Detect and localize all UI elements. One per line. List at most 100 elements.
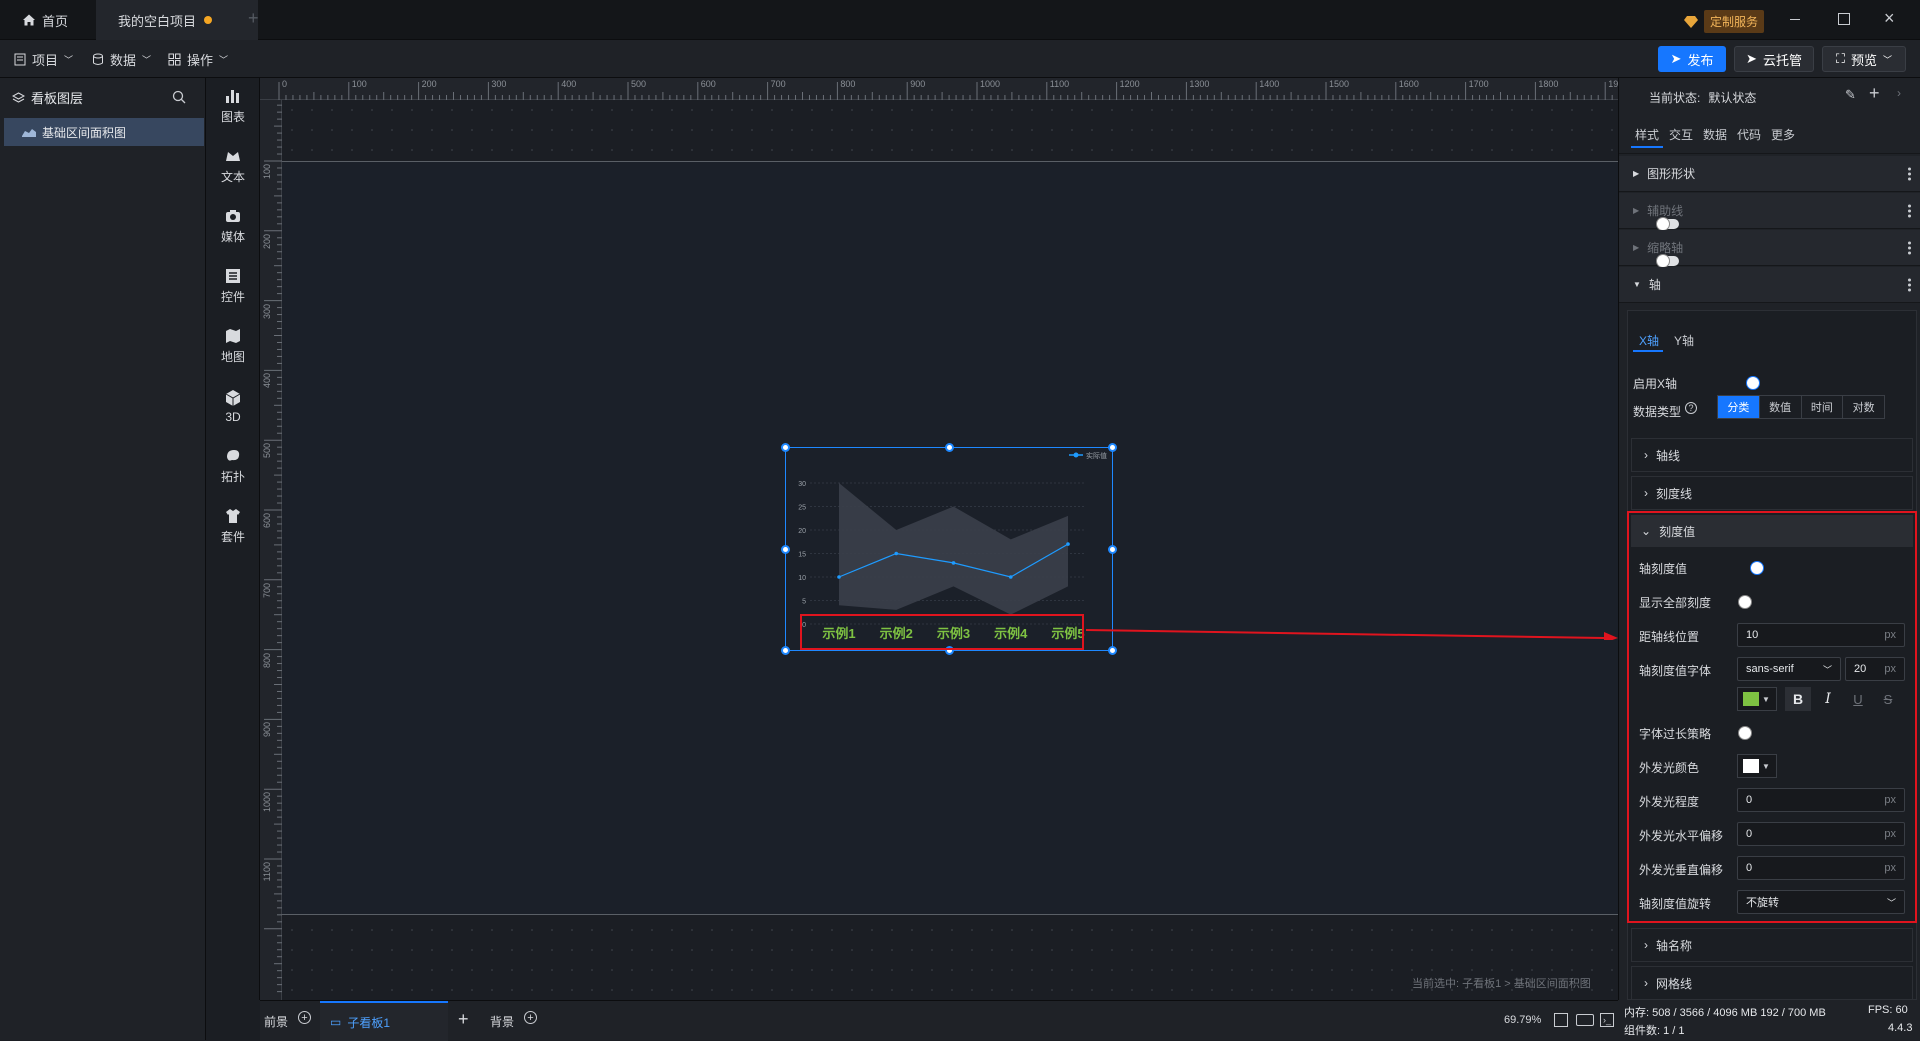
section-axis[interactable]: ▼ 轴: [1619, 267, 1920, 303]
underline-button[interactable]: U: [1845, 687, 1871, 711]
layer-item[interactable]: 基础区间面积图: [4, 118, 204, 146]
resize-handle[interactable]: [1108, 646, 1117, 655]
glow-h-input[interactable]: 0 px: [1737, 822, 1905, 846]
resize-handle[interactable]: [1108, 545, 1117, 554]
rail-chart[interactable]: 图表: [206, 78, 260, 134]
data-type-category[interactable]: 分类: [1718, 396, 1759, 418]
menu-project[interactable]: 项目 ﹀: [14, 40, 73, 78]
strikethrough-button[interactable]: S: [1875, 687, 1901, 711]
glow-v-label: 外发光垂直偏移: [1639, 863, 1724, 877]
component-count: 组件数: 1 / 1: [1624, 1025, 1685, 1037]
zoom-level[interactable]: 69.79%: [1504, 1014, 1541, 1026]
menu-operate[interactable]: 操作 ﹀: [168, 40, 228, 78]
minimize-icon[interactable]: [1790, 19, 1800, 20]
add-board-icon[interactable]: +: [458, 1009, 469, 1030]
guide-toggle[interactable]: [1656, 216, 1680, 231]
tab-background[interactable]: 背景 +: [490, 1011, 538, 1030]
data-type-log[interactable]: 对数: [1842, 396, 1884, 418]
area-chart-icon: [22, 129, 36, 137]
terminal-icon[interactable]: ›_: [1600, 1013, 1614, 1027]
subsection-grid-line[interactable]: › 网格线: [1631, 966, 1913, 1000]
rail-media[interactable]: 媒体: [206, 198, 260, 254]
tab-project[interactable]: 我的空白项目: [96, 0, 258, 40]
rail-map[interactable]: 地图: [206, 318, 260, 374]
rail-label: 地图: [220, 350, 245, 364]
section-thumb-axis[interactable]: ▶ 缩略轴: [1619, 230, 1920, 268]
state-value[interactable]: 默认状态: [1708, 89, 1756, 106]
thumb-axis-toggle[interactable]: [1656, 253, 1680, 268]
section-shape[interactable]: ▶ 图形形状: [1619, 156, 1920, 192]
tab-style[interactable]: 样式: [1635, 126, 1659, 143]
cloud-button[interactable]: ➤ 云托管: [1734, 46, 1814, 72]
subsection-tick-line[interactable]: › 刻度线: [1631, 476, 1913, 510]
preview-button[interactable]: ⛶ 预览 ﹀: [1822, 46, 1906, 72]
data-type-time[interactable]: 时间: [1800, 396, 1843, 418]
font-family-select[interactable]: sans-serif ﹀: [1737, 657, 1841, 681]
custom-service-button[interactable]: 定制服务: [1684, 10, 1765, 33]
subsection-tick-value-label: 刻度值: [1659, 524, 1696, 539]
section-guide[interactable]: ▶ 辅助线: [1619, 193, 1920, 231]
glow-v-input[interactable]: 0 px: [1737, 856, 1905, 880]
fit-screen-icon[interactable]: [1554, 1013, 1568, 1027]
add-circle-icon[interactable]: +: [524, 1011, 538, 1024]
subsection-tick-value[interactable]: ⌄ 刻度值: [1631, 515, 1913, 547]
data-type-value[interactable]: 数值: [1758, 396, 1801, 418]
tab-more[interactable]: 更多: [1771, 126, 1795, 143]
resize-handle[interactable]: [945, 443, 954, 452]
tab-home[interactable]: 首页: [0, 0, 90, 40]
rail-3d[interactable]: 3D: [206, 378, 260, 434]
data-point: [1066, 542, 1070, 546]
more-vertical-icon[interactable]: [1908, 241, 1911, 254]
ruler-label: 1800: [1538, 79, 1559, 89]
tab-code[interactable]: 代码: [1737, 126, 1761, 143]
resize-handle[interactable]: [781, 545, 790, 554]
subsection-grid-line-label: 网格线: [1656, 976, 1693, 991]
tab-interaction[interactable]: 交互: [1669, 126, 1693, 143]
offset-input[interactable]: 10 px: [1737, 623, 1905, 647]
chevron-right-icon[interactable]: ›: [1897, 86, 1901, 100]
menu-data[interactable]: 数据 ﹀: [92, 40, 151, 78]
help-icon[interactable]: ?: [1685, 402, 1697, 414]
ruler-label: 1100: [262, 862, 272, 882]
font-color-picker[interactable]: ▼: [1737, 687, 1777, 711]
ruler-label: 1300: [1189, 79, 1210, 89]
data-point: [951, 561, 956, 565]
glow-color-picker[interactable]: ▼: [1737, 754, 1777, 778]
close-icon[interactable]: ×: [1884, 8, 1895, 28]
tab-x-axis[interactable]: X轴: [1639, 332, 1659, 349]
edit-icon[interactable]: ✎: [1845, 87, 1856, 103]
resize-handle[interactable]: [1108, 443, 1117, 452]
media-icon: [226, 210, 240, 222]
add-state-icon[interactable]: +: [1869, 83, 1880, 104]
glow-level-input[interactable]: 0 px: [1737, 788, 1905, 812]
publish-button[interactable]: ➤ 发布: [1658, 46, 1726, 72]
more-vertical-icon[interactable]: [1908, 167, 1911, 180]
rail-kit[interactable]: 套件: [206, 498, 260, 554]
add-circle-icon[interactable]: +: [298, 1011, 312, 1024]
status-bar: 内存: 508 / 3566 / 4096 MB 192 / 700 MB FP…: [1618, 1000, 1920, 1040]
tab-y-axis[interactable]: Y轴: [1674, 332, 1694, 349]
rail-topology[interactable]: 拓扑: [206, 438, 260, 494]
keyboard-icon[interactable]: [1576, 1014, 1594, 1026]
tab-subboard[interactable]: ▭ 子看板1: [320, 1001, 448, 1041]
panel-tabs: 样式 交互 数据 代码 更多: [1619, 112, 1920, 154]
unit-px: px: [1884, 828, 1896, 840]
resize-handle[interactable]: [781, 443, 790, 452]
bold-button[interactable]: B: [1785, 687, 1811, 711]
more-vertical-icon[interactable]: [1908, 204, 1911, 217]
tab-foreground[interactable]: 前景 +: [264, 1011, 312, 1030]
rail-text[interactable]: 文本: [206, 138, 260, 194]
search-icon[interactable]: [172, 90, 186, 104]
new-tab-plus-icon[interactable]: +: [248, 8, 259, 29]
rail-widget[interactable]: 控件: [206, 258, 260, 314]
italic-button[interactable]: I: [1815, 687, 1841, 711]
rotate-select[interactable]: 不旋转 ﹀: [1737, 890, 1905, 914]
font-size-input[interactable]: 20 px: [1845, 657, 1905, 681]
glow-v-value: 0: [1746, 862, 1753, 874]
subsection-axis-line[interactable]: › 轴线: [1631, 438, 1913, 472]
restore-icon[interactable]: [1838, 13, 1850, 25]
subsection-axis-name[interactable]: › 轴名称: [1631, 928, 1913, 962]
more-vertical-icon[interactable]: [1908, 278, 1911, 291]
resize-handle[interactable]: [781, 646, 790, 655]
tab-data[interactable]: 数据: [1703, 126, 1727, 143]
